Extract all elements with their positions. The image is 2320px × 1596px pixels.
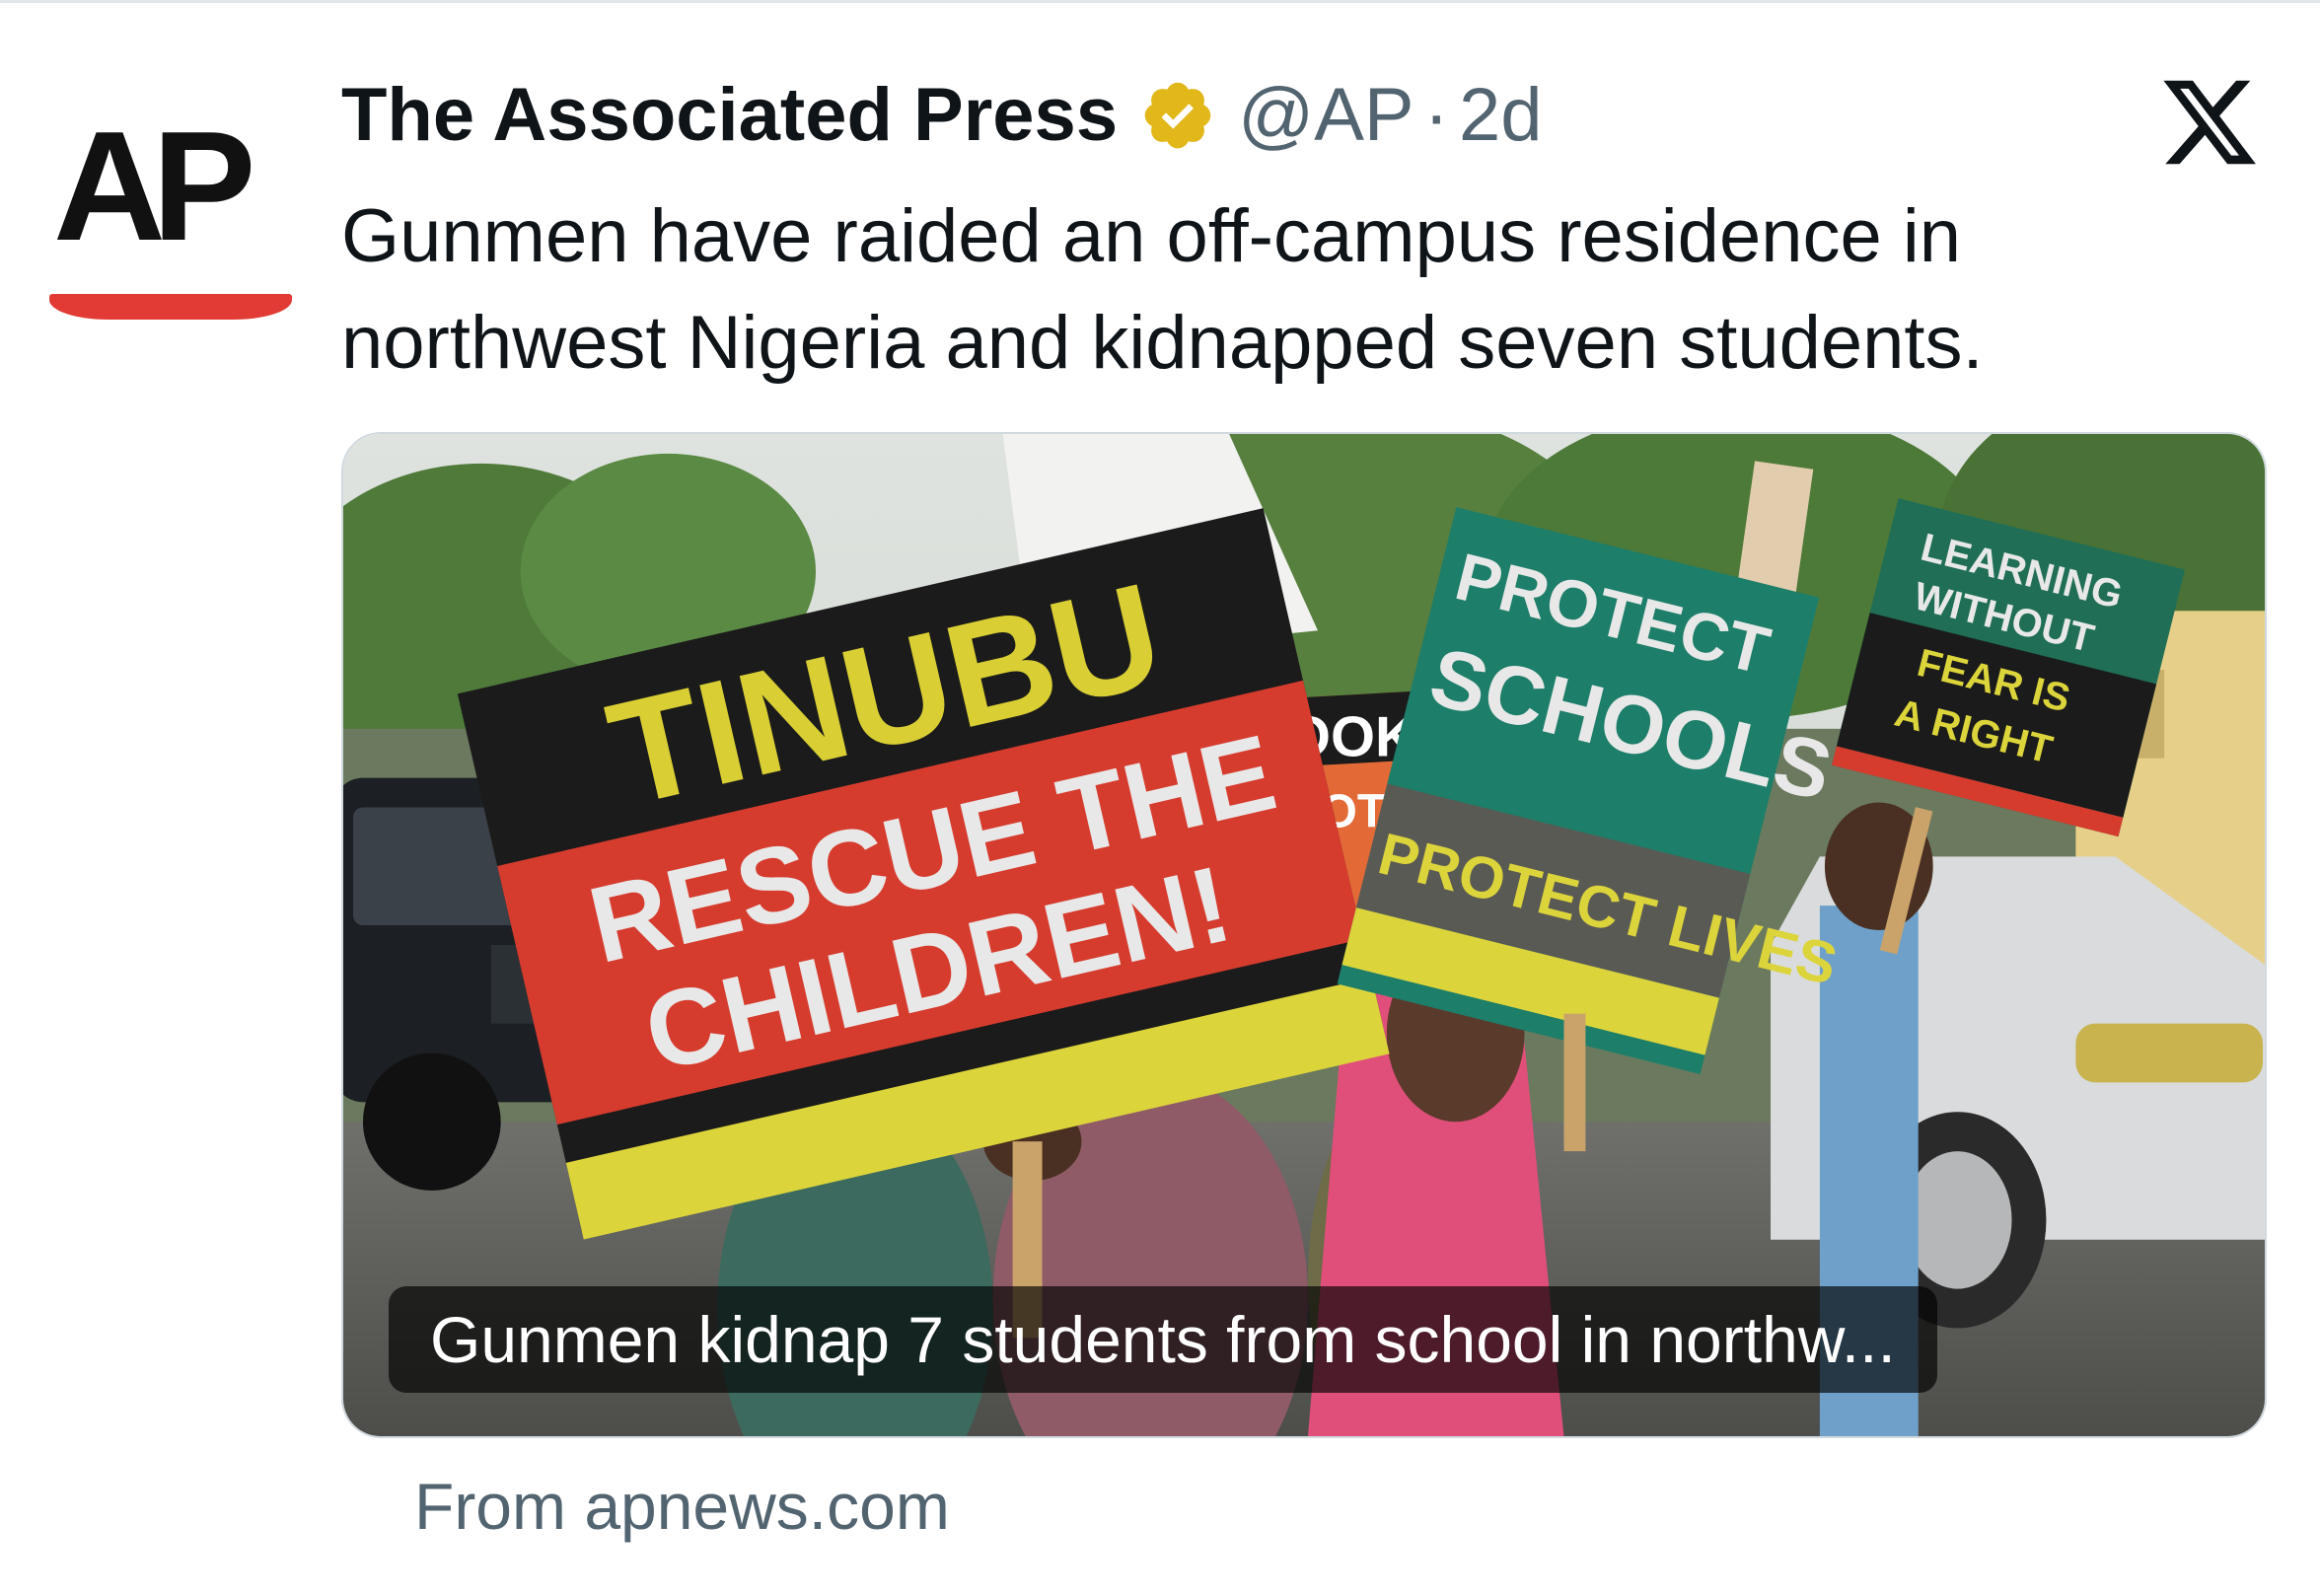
link-card[interactable]: OOKS NOT TINUBU RESCUE THE CHILDREN! PRO… — [341, 432, 2267, 1438]
tweet-text-line-1: Gunmen have raided an off-campus residen… — [341, 194, 1962, 278]
tweet-time[interactable]: 2d — [1459, 78, 1543, 153]
tweet-text-line-2: northwest Nigeria and kidnapped seven st… — [341, 301, 1984, 385]
x-logo-icon[interactable] — [2158, 71, 2261, 174]
avatar[interactable]: AP — [47, 97, 304, 333]
ap-logo-underline — [49, 294, 292, 320]
ap-logo-text: AP — [53, 100, 255, 273]
card-title-overlay[interactable]: Gunmen kidnap 7 students from school in … — [389, 1286, 1937, 1393]
author-handle[interactable]: @AP — [1238, 78, 1414, 153]
top-divider — [0, 0, 2320, 3]
separator-dot: · — [1423, 73, 1449, 157]
tweet-text: Gunmen have raided an off-campus residen… — [341, 183, 2215, 397]
verified-badge-icon[interactable] — [1139, 77, 1216, 154]
author-name[interactable]: The Associated Press — [341, 78, 1118, 153]
card-source[interactable]: From apnews.com — [414, 1468, 950, 1546]
tweet-header: The Associated Press @AP · 2d — [341, 71, 1543, 160]
